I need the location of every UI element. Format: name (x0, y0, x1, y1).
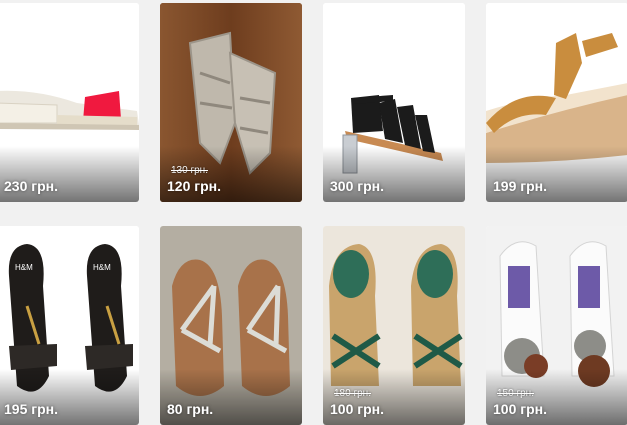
price-label: 120 грн. (167, 178, 221, 194)
listing-card[interactable]: 130 грн. 120 грн. (160, 3, 302, 202)
svg-text:H&M: H&M (93, 263, 111, 272)
listing-card[interactable]: 180 грн. 100 грн. (323, 226, 465, 425)
price-label: 195 грн. (4, 401, 58, 417)
listing-card[interactable]: 150 грн. 100 грн. (486, 226, 627, 425)
price-label: 100 грн. (493, 401, 547, 417)
old-price: 130 грн. (171, 165, 208, 176)
price-label: 199 грн. (493, 178, 547, 194)
price-label: 80 грн. (167, 401, 214, 417)
listing-card[interactable]: 230 грн. (0, 3, 139, 202)
price-label: 300 грн. (330, 178, 384, 194)
price-label: 230 грн. (4, 178, 58, 194)
old-price: 150 грн. (497, 388, 534, 399)
svg-text:H&M: H&M (15, 263, 33, 272)
listing-card[interactable]: 199 грн. (486, 3, 627, 202)
listing-card[interactable]: 300 грн. (323, 3, 465, 202)
price-label: 100 грн. (330, 401, 384, 417)
listing-card[interactable]: H&M H&M 195 грн. (0, 226, 139, 425)
listing-card[interactable]: 80 грн. (160, 226, 302, 425)
old-price: 180 грн. (334, 388, 371, 399)
